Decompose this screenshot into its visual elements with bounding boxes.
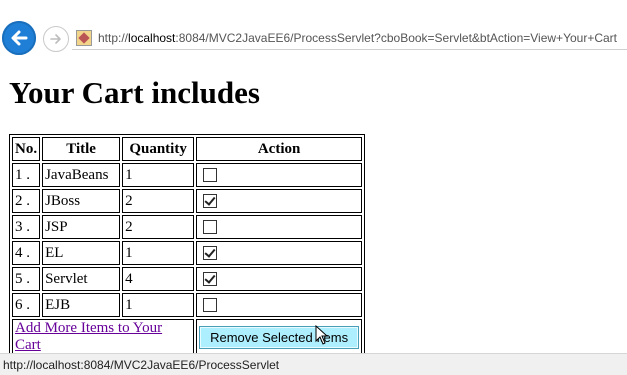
row-quantity: 1 — [122, 293, 195, 317]
cart-table: No. Title Quantity Action 1 . JavaBeans … — [9, 134, 366, 358]
row-no: 6 . — [12, 293, 41, 317]
row-title: EL — [42, 241, 121, 265]
forward-button[interactable] — [43, 26, 69, 52]
row-quantity: 2 — [122, 189, 195, 213]
remove-checkbox[interactable] — [203, 272, 218, 287]
page-title: Your Cart includes — [9, 75, 260, 110]
status-bar: http://localhost:8084/MVC2JavaEE6/Proces… — [0, 353, 627, 375]
remove-cell: Remove Selected Items — [196, 319, 363, 355]
remove-checkbox[interactable] — [203, 298, 218, 313]
row-action — [196, 163, 363, 187]
row-no: 3 . — [12, 215, 41, 239]
row-title: JSP — [42, 215, 121, 239]
back-arrow-icon — [11, 30, 28, 46]
url-prefix: http:// — [98, 31, 129, 45]
table-footer-row: Add More Items to Your Cart Remove Selec… — [12, 319, 363, 355]
address-bar[interactable]: http://localhost:8084/MVC2JavaEE6/Proces… — [72, 27, 627, 50]
row-title: Servlet — [42, 267, 121, 291]
forward-arrow-icon — [50, 34, 61, 44]
row-no: 4 . — [12, 241, 41, 265]
url-rest: :8084/MVC2JavaEE6/ProcessServlet?cboBook… — [175, 31, 617, 45]
row-no: 5 . — [12, 267, 41, 291]
table-row: 6 . EJB 1 — [12, 293, 363, 317]
row-quantity: 1 — [122, 241, 195, 265]
remove-checkbox[interactable] — [203, 168, 218, 183]
table-row: 2 . JBoss 2 — [12, 189, 363, 213]
row-quantity: 1 — [122, 163, 195, 187]
page-favicon-icon — [76, 30, 92, 46]
table-row: 5 . Servlet 4 — [12, 267, 363, 291]
browser-toolbar: http://localhost:8084/MVC2JavaEE6/Proces… — [0, 0, 627, 55]
table-row: 4 . EL 1 — [12, 241, 363, 265]
back-button[interactable] — [2, 21, 36, 55]
row-no: 2 . — [12, 189, 41, 213]
header-no: No. — [12, 137, 41, 161]
remove-selected-items-button[interactable]: Remove Selected Items — [199, 325, 360, 349]
remove-checkbox[interactable] — [203, 194, 218, 209]
row-quantity: 4 — [122, 267, 195, 291]
row-title: JavaBeans — [42, 163, 121, 187]
add-more-items-link[interactable]: Add More Items to Your Cart — [15, 320, 162, 353]
row-action — [196, 241, 363, 265]
row-quantity: 2 — [122, 215, 195, 239]
remove-checkbox[interactable] — [203, 246, 218, 261]
row-no: 1 . — [12, 163, 41, 187]
row-action — [196, 189, 363, 213]
remove-checkbox[interactable] — [203, 220, 218, 235]
status-bar-text: http://localhost:8084/MVC2JavaEE6/Proces… — [3, 357, 280, 372]
row-action — [196, 267, 363, 291]
header-action: Action — [196, 137, 363, 161]
add-more-cell: Add More Items to Your Cart — [12, 319, 195, 355]
row-action — [196, 293, 363, 317]
header-title: Title — [42, 137, 121, 161]
header-quantity: Quantity — [122, 137, 195, 161]
mouse-cursor-icon — [315, 325, 329, 345]
table-row: 1 . JavaBeans 1 — [12, 163, 363, 187]
row-action — [196, 215, 363, 239]
row-title: EJB — [42, 293, 121, 317]
table-header-row: No. Title Quantity Action — [12, 137, 363, 161]
url-host: localhost — [128, 31, 176, 45]
row-title: JBoss — [42, 189, 121, 213]
table-row: 3 . JSP 2 — [12, 215, 363, 239]
